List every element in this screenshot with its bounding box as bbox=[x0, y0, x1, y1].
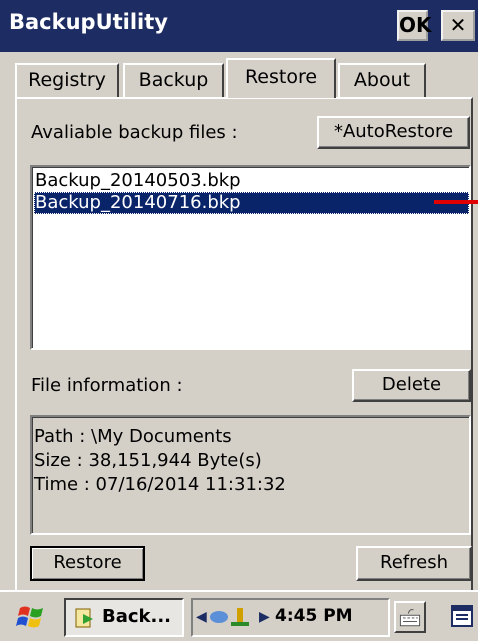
list-item[interactable]: Backup_20140503.bkp bbox=[34, 170, 469, 192]
title-bar: BackupUtility OK ✕ bbox=[0, 0, 478, 52]
available-files-label: Avaliable backup files : bbox=[31, 122, 238, 143]
app-title: BackupUtility bbox=[9, 10, 168, 34]
backup-app-icon bbox=[75, 608, 93, 628]
system-tray: ◀ ▶ 4:45 PM bbox=[191, 598, 390, 637]
file-information-label: File information : bbox=[31, 375, 183, 396]
file-info-box: Path : \My Documents Size : 38,151,944 B… bbox=[30, 415, 471, 535]
taskbar-app-button[interactable]: Back... bbox=[64, 598, 184, 637]
backup-files-list[interactable]: Backup_20140503.bkp Backup_20140716.bkp bbox=[30, 165, 471, 350]
taskbar: Back... ◀ ▶ 4:45 PM bbox=[0, 590, 478, 641]
tab-registry[interactable]: Registry bbox=[15, 63, 119, 98]
tray-right-arrow[interactable]: ▶ bbox=[259, 609, 270, 625]
connectivity-icon[interactable] bbox=[207, 605, 257, 631]
taskbar-app-label: Back... bbox=[102, 606, 172, 627]
list-item-selected[interactable]: Backup_20140716.bkp bbox=[34, 192, 469, 214]
tab-about[interactable]: About bbox=[338, 63, 426, 98]
info-path: Path : \My Documents bbox=[34, 426, 232, 447]
windows-start-icon[interactable] bbox=[16, 602, 46, 632]
ok-button[interactable]: OK bbox=[397, 10, 432, 41]
desktop-icon[interactable] bbox=[446, 601, 478, 633]
refresh-button[interactable]: Refresh bbox=[356, 546, 472, 581]
info-size: Size : 38,151,944 Byte(s) bbox=[34, 450, 262, 471]
restore-button[interactable]: Restore bbox=[30, 546, 145, 581]
tab-backup[interactable]: Backup bbox=[123, 63, 224, 98]
info-time: Time : 07/16/2014 11:31:32 bbox=[34, 474, 286, 495]
tab-restore[interactable]: Restore bbox=[226, 58, 336, 98]
annotation-arrow bbox=[434, 200, 478, 204]
close-button[interactable]: ✕ bbox=[441, 10, 475, 41]
clock[interactable]: 4:45 PM bbox=[275, 606, 353, 626]
keyboard-icon[interactable] bbox=[394, 601, 426, 633]
tray-left-arrow[interactable]: ◀ bbox=[196, 609, 207, 625]
delete-button[interactable]: Delete bbox=[352, 369, 471, 402]
autorestore-button[interactable]: *AutoRestore bbox=[317, 116, 470, 149]
